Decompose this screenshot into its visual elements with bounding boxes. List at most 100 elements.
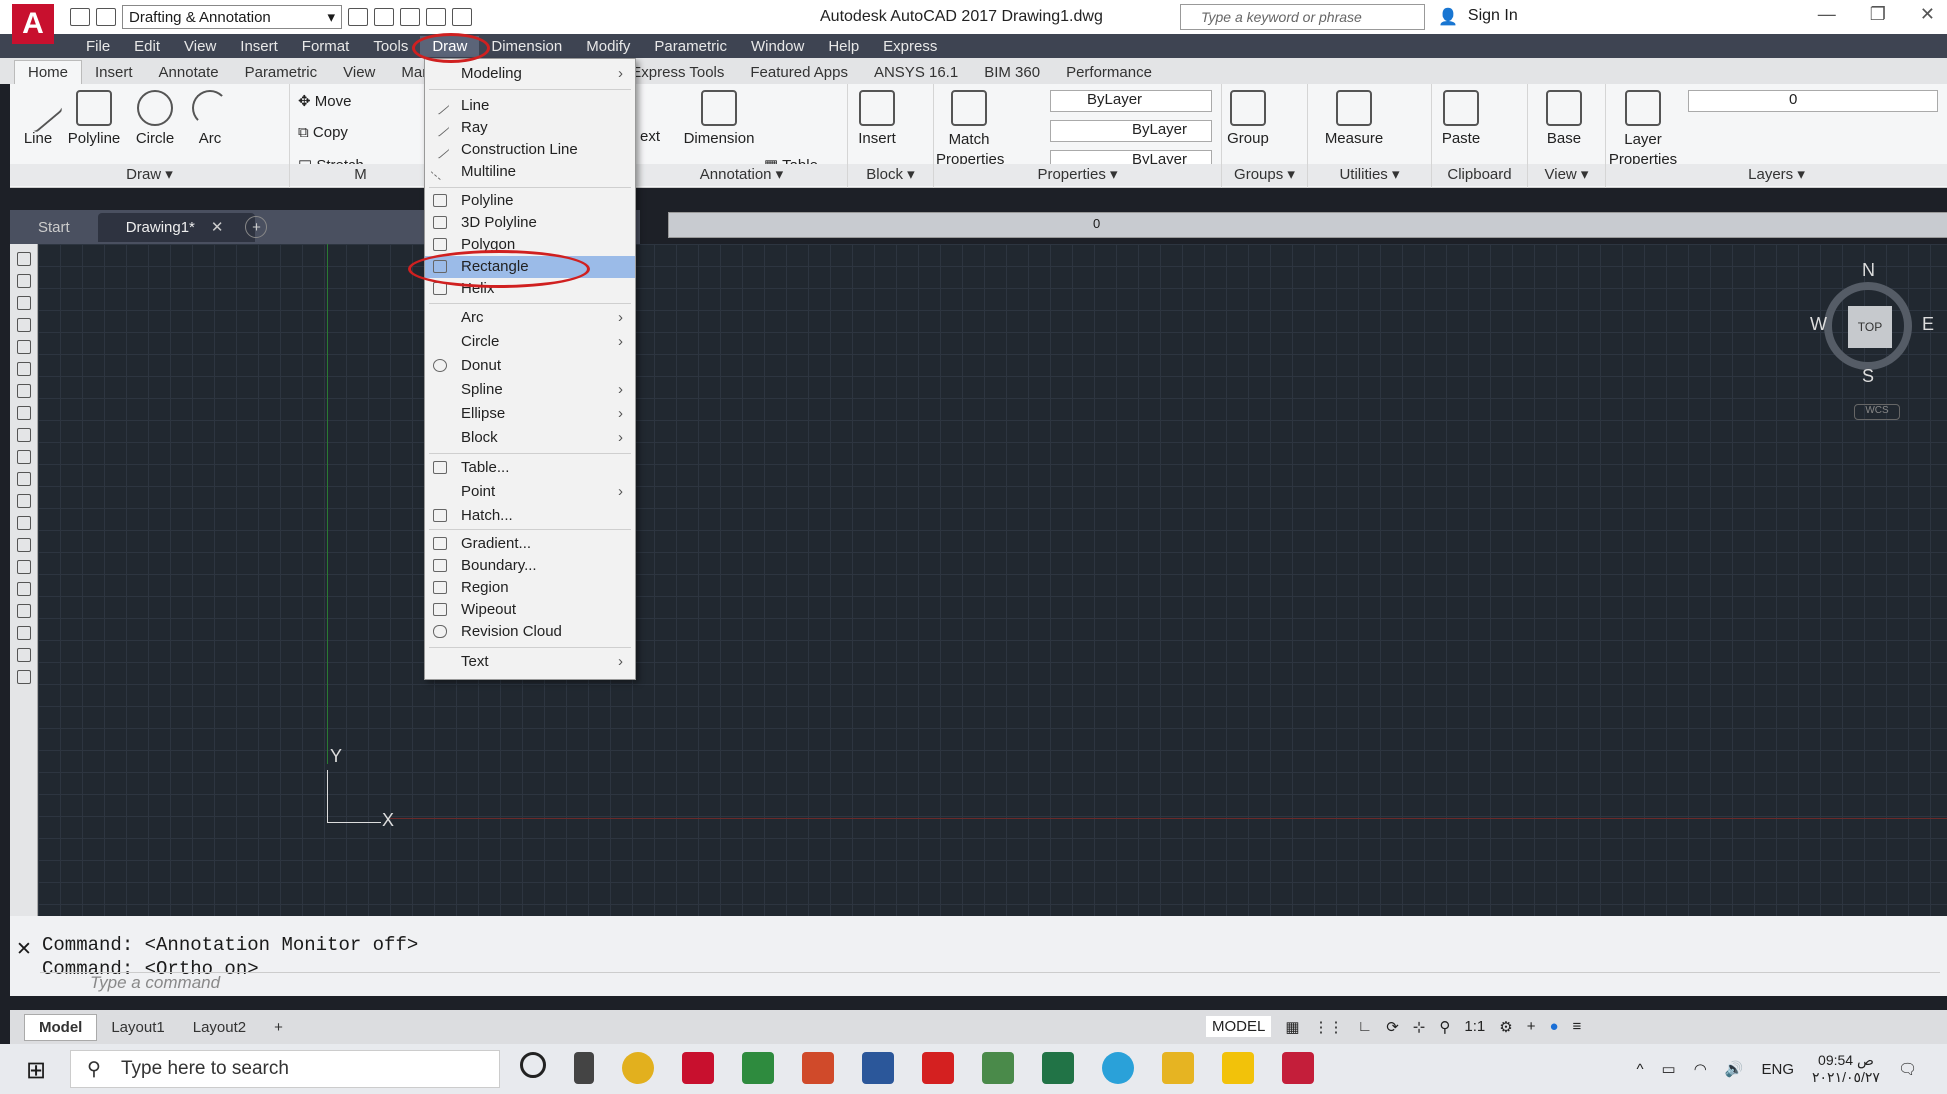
- tab-annotate[interactable]: Annotate: [146, 61, 232, 84]
- line-icon[interactable]: [16, 252, 31, 266]
- tab-featured-apps[interactable]: Featured Apps: [737, 61, 861, 84]
- annotation-panel-title[interactable]: Annotation ▾: [636, 164, 847, 186]
- menu-dimension[interactable]: Dimension: [479, 36, 574, 57]
- menu-item-polyline[interactable]: Polyline: [425, 190, 635, 212]
- menu-item-modeling[interactable]: Modeling ›: [425, 63, 635, 85]
- menu-help[interactable]: Help: [816, 36, 871, 57]
- circle-tool[interactable]: Circle: [130, 90, 180, 147]
- cortana-icon[interactable]: [520, 1052, 546, 1078]
- new-tab-button[interactable]: +: [245, 216, 268, 238]
- close-button[interactable]: ✕: [1920, 4, 1935, 25]
- menu-item-table[interactable]: Table...: [425, 457, 635, 479]
- menu-item-donut[interactable]: Donut: [425, 355, 635, 377]
- app-icon[interactable]: [1282, 1052, 1314, 1084]
- paint-icon[interactable]: [982, 1052, 1014, 1084]
- measure-tool[interactable]: Measure: [1316, 90, 1392, 147]
- tab-model[interactable]: Model: [24, 1013, 98, 1041]
- hatch-icon[interactable]: [16, 560, 31, 574]
- polyline-icon[interactable]: [16, 296, 31, 310]
- save-icon[interactable]: [348, 8, 368, 26]
- viewcube-top-face[interactable]: TOP: [1848, 306, 1892, 348]
- tab-express-tools[interactable]: Express Tools: [618, 61, 737, 84]
- menu-item-3d-polyline[interactable]: 3D Polyline: [425, 212, 635, 234]
- taskbar-search[interactable]: ⚲ Type here to search: [70, 1050, 500, 1088]
- model-space-toggle[interactable]: MODEL: [1206, 1016, 1272, 1037]
- tab-drawing1[interactable]: Drawing1*: [97, 212, 255, 242]
- close-command-icon[interactable]: ✕: [16, 938, 32, 961]
- viewcube[interactable]: N S W E TOP WCS: [1810, 260, 1934, 440]
- acrobat-icon[interactable]: [922, 1052, 954, 1084]
- text-tool[interactable]: ext: [640, 128, 660, 145]
- make-block-icon[interactable]: [16, 516, 31, 530]
- menu-item-circle[interactable]: Circle ›: [425, 331, 635, 353]
- new-icon[interactable]: [70, 8, 90, 26]
- menu-item-line[interactable]: Line: [425, 95, 635, 117]
- undo-icon[interactable]: [426, 8, 446, 26]
- menu-item-boundary[interactable]: Boundary...: [425, 555, 635, 577]
- compass-south[interactable]: S: [1862, 366, 1874, 387]
- menu-item-gradient[interactable]: Gradient...: [425, 533, 635, 555]
- language-indicator[interactable]: ENG: [1762, 1061, 1795, 1078]
- plot-icon[interactable]: [400, 8, 420, 26]
- ortho-icon[interactable]: ∟: [1358, 1018, 1373, 1035]
- construction-line-icon[interactable]: [16, 274, 31, 288]
- arc-icon[interactable]: [16, 362, 31, 376]
- draw-panel-title[interactable]: Draw ▾: [10, 164, 289, 186]
- tab-start[interactable]: Start: [10, 213, 98, 242]
- menu-format[interactable]: Format: [290, 36, 362, 57]
- compass-east[interactable]: E: [1922, 314, 1934, 335]
- tab-ansys[interactable]: ANSYS 16.1: [861, 61, 971, 84]
- region-icon[interactable]: [16, 604, 31, 618]
- sign-in-button[interactable]: 👤 Sign In: [1438, 7, 1518, 27]
- tab-layout2[interactable]: Layout2: [179, 1015, 260, 1040]
- dimension-tool[interactable]: Dimension: [680, 90, 758, 147]
- workspace-dropdown[interactable]: Drafting & Annotation ▾: [122, 5, 342, 29]
- copy-tool[interactable]: ⧉ Copy: [298, 124, 348, 141]
- menu-file[interactable]: File: [74, 36, 122, 57]
- base-tool[interactable]: Base: [1542, 90, 1586, 147]
- menu-item-text[interactable]: Text ›: [425, 651, 635, 673]
- snap-icon[interactable]: ⋮⋮: [1314, 1018, 1344, 1036]
- plus-icon[interactable]: +: [1527, 1018, 1536, 1035]
- mtext-icon[interactable]: [16, 648, 31, 662]
- match-properties-tool[interactable]: Match Properties: [936, 90, 1004, 170]
- excel-icon[interactable]: [1042, 1052, 1074, 1084]
- powerpoint-icon[interactable]: [802, 1052, 834, 1084]
- menu-window[interactable]: Window: [739, 36, 816, 57]
- add-selected-icon[interactable]: [16, 670, 31, 684]
- menu-item-hatch[interactable]: Hatch...: [425, 505, 635, 527]
- tab-layout1[interactable]: Layout1: [97, 1015, 178, 1040]
- menu-item-revision-cloud[interactable]: Revision Cloud: [425, 621, 635, 643]
- menu-item-point[interactable]: Point ›: [425, 481, 635, 503]
- menu-item-ellipse[interactable]: Ellipse ›: [425, 403, 635, 425]
- hardware-accel-icon[interactable]: ●: [1549, 1018, 1558, 1035]
- polyline-tool[interactable]: Polyline: [64, 90, 124, 147]
- tab-performance[interactable]: Performance: [1053, 61, 1165, 84]
- move-tool[interactable]: ✥ Move: [298, 92, 351, 110]
- chrome-icon[interactable]: [622, 1052, 654, 1084]
- menu-item-construction-line[interactable]: Construction Line: [425, 139, 635, 161]
- groups-panel-title[interactable]: Groups ▾: [1222, 164, 1307, 186]
- windows-start-icon[interactable]: ⊞: [26, 1056, 46, 1085]
- line-tool[interactable]: Line: [12, 82, 64, 147]
- clipboard-panel-title[interactable]: Clipboard: [1432, 164, 1527, 186]
- grid-icon[interactable]: ▦: [1285, 1018, 1299, 1036]
- modify-panel-title[interactable]: M: [290, 164, 431, 186]
- clock[interactable]: 09:54 ص ٢٠٢١/٠٥/٢٧: [1812, 1052, 1880, 1086]
- menu-item-block[interactable]: Block ›: [425, 427, 635, 449]
- menu-parametric[interactable]: Parametric: [642, 36, 739, 57]
- tab-parametric[interactable]: Parametric: [232, 61, 331, 84]
- group-tool[interactable]: Group: [1226, 90, 1270, 147]
- open-icon[interactable]: [96, 8, 116, 26]
- gradient-icon[interactable]: [16, 582, 31, 596]
- menu-item-multiline[interactable]: Multiline: [425, 161, 635, 183]
- layer-properties-tool[interactable]: Layer Properties: [1608, 90, 1678, 170]
- wcs-dropdown[interactable]: WCS: [1854, 404, 1900, 420]
- autocad-icon[interactable]: [682, 1052, 714, 1084]
- ellipse-icon[interactable]: [16, 450, 31, 464]
- maximize-button[interactable]: ❐: [1870, 4, 1886, 25]
- battery-icon[interactable]: ▭: [1662, 1060, 1676, 1078]
- osnap-icon[interactable]: ⊹: [1413, 1018, 1426, 1036]
- revision-cloud-icon[interactable]: [16, 406, 31, 420]
- tab-view[interactable]: View: [330, 61, 388, 84]
